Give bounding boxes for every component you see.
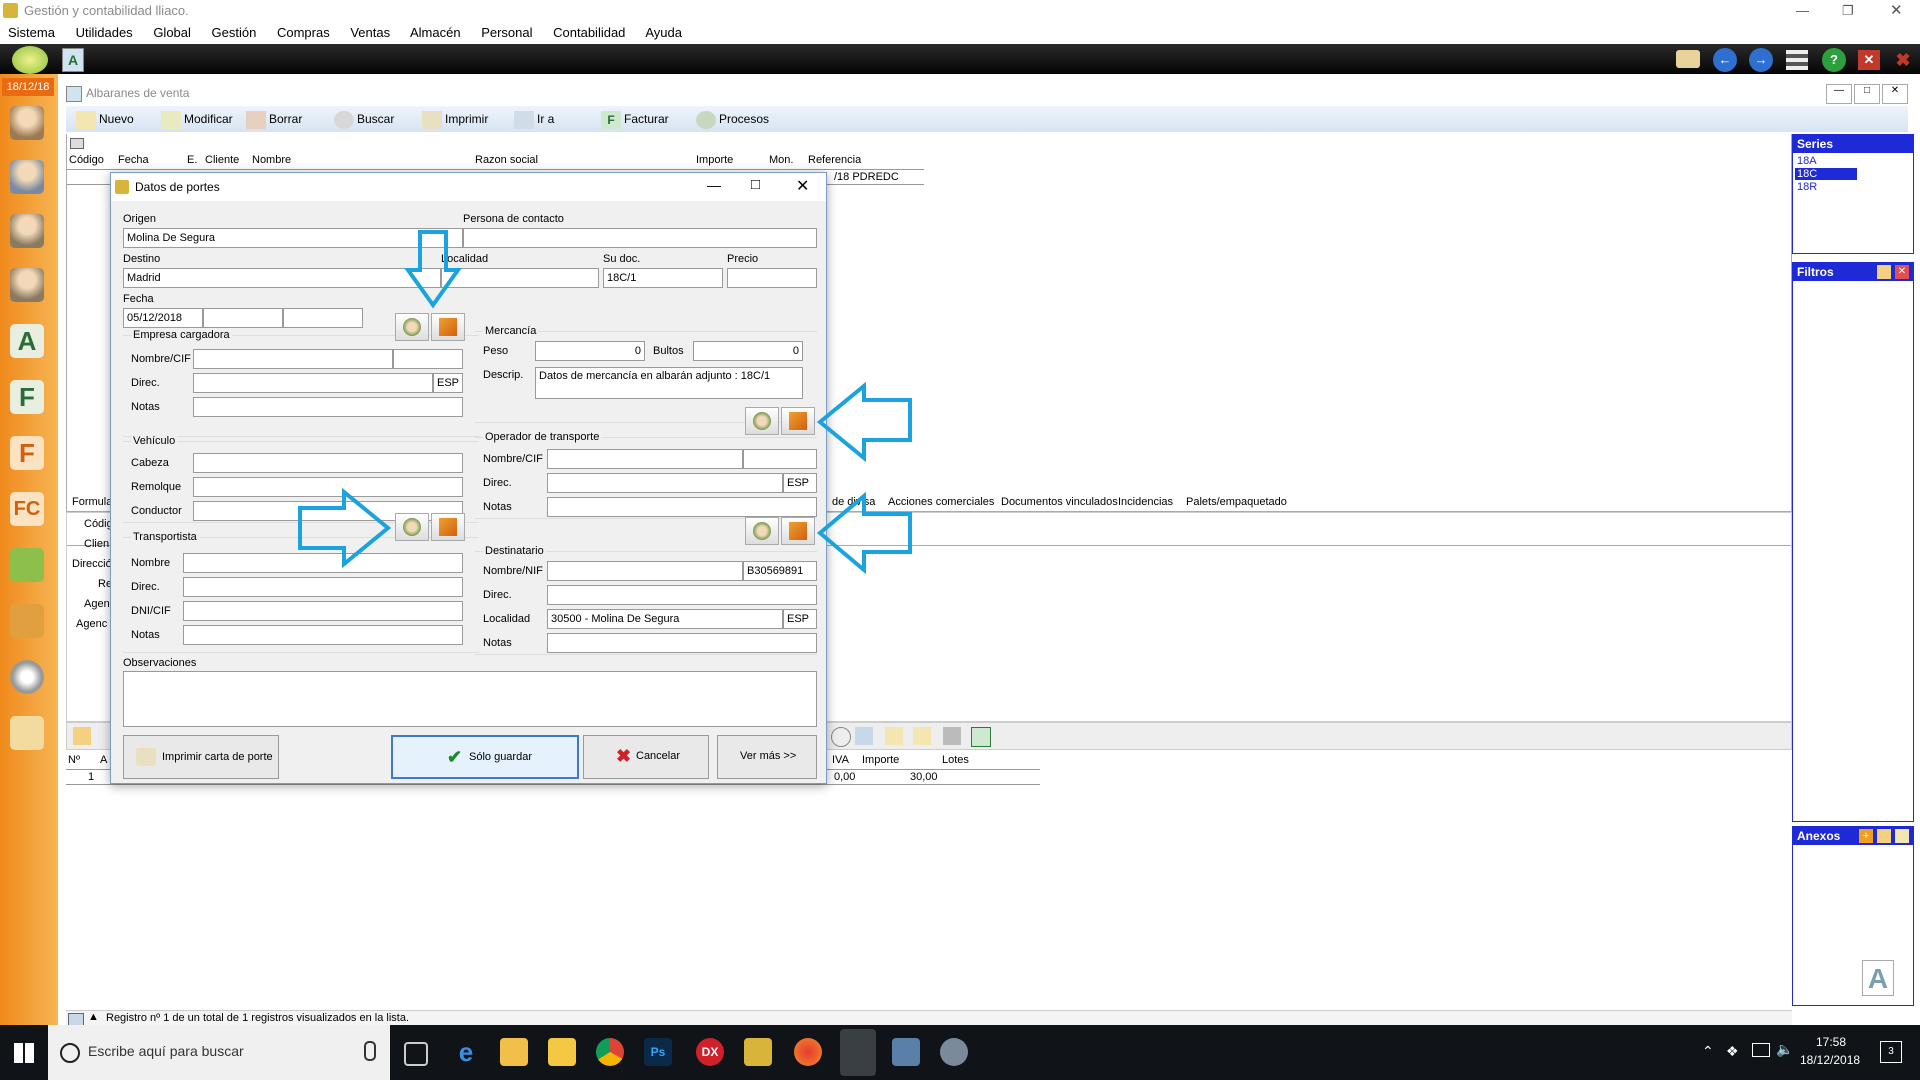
search-circle-icon [60,1043,80,1063]
notifications-icon[interactable]: 3 [1880,1041,1902,1063]
photoshop-icon[interactable]: Ps [644,1038,672,1066]
edge-icon[interactable]: e [452,1038,480,1066]
arrow-left-2-icon [816,491,912,575]
app-taskbar-icon[interactable] [744,1038,772,1066]
wrench-app-icon[interactable] [940,1038,968,1066]
file-explorer-icon[interactable] [548,1038,576,1066]
tray-chevron-icon[interactable]: ⌃ [1702,1043,1714,1060]
window-app-icon[interactable] [892,1038,920,1066]
windows-start-icon[interactable] [14,1043,34,1063]
microphone-icon[interactable] [364,1041,376,1061]
clock-time[interactable]: 17:58 [1816,1035,1846,1049]
network-icon[interactable] [1752,1043,1770,1057]
arrow-right-icon [298,487,392,569]
windows-taskbar: Escribe aquí para buscar e Ps DX ⌃ ❖ 🔈 1… [0,1025,1920,1080]
mail-app-icon[interactable] [500,1038,528,1066]
taskbar-search-box[interactable]: Escribe aquí para buscar [48,1025,390,1080]
arrow-down-icon [404,230,462,309]
lliaco-active-icon[interactable] [840,1029,876,1076]
dx-icon[interactable]: DX [696,1038,724,1066]
volume-icon[interactable]: 🔈 [1776,1041,1793,1058]
arrow-left-icon [816,381,912,463]
clock-date[interactable]: 18/12/2018 [1800,1053,1860,1067]
notifications-count: 3 [1888,1046,1894,1057]
firefox-icon[interactable] [794,1038,822,1066]
dropbox-icon[interactable]: ❖ [1726,1043,1739,1060]
taskbar-search-placeholder: Escribe aquí para buscar [88,1043,244,1059]
chrome-icon[interactable] [596,1038,624,1066]
task-view-icon[interactable] [404,1042,428,1066]
annotation-arrows [298,230,912,575]
